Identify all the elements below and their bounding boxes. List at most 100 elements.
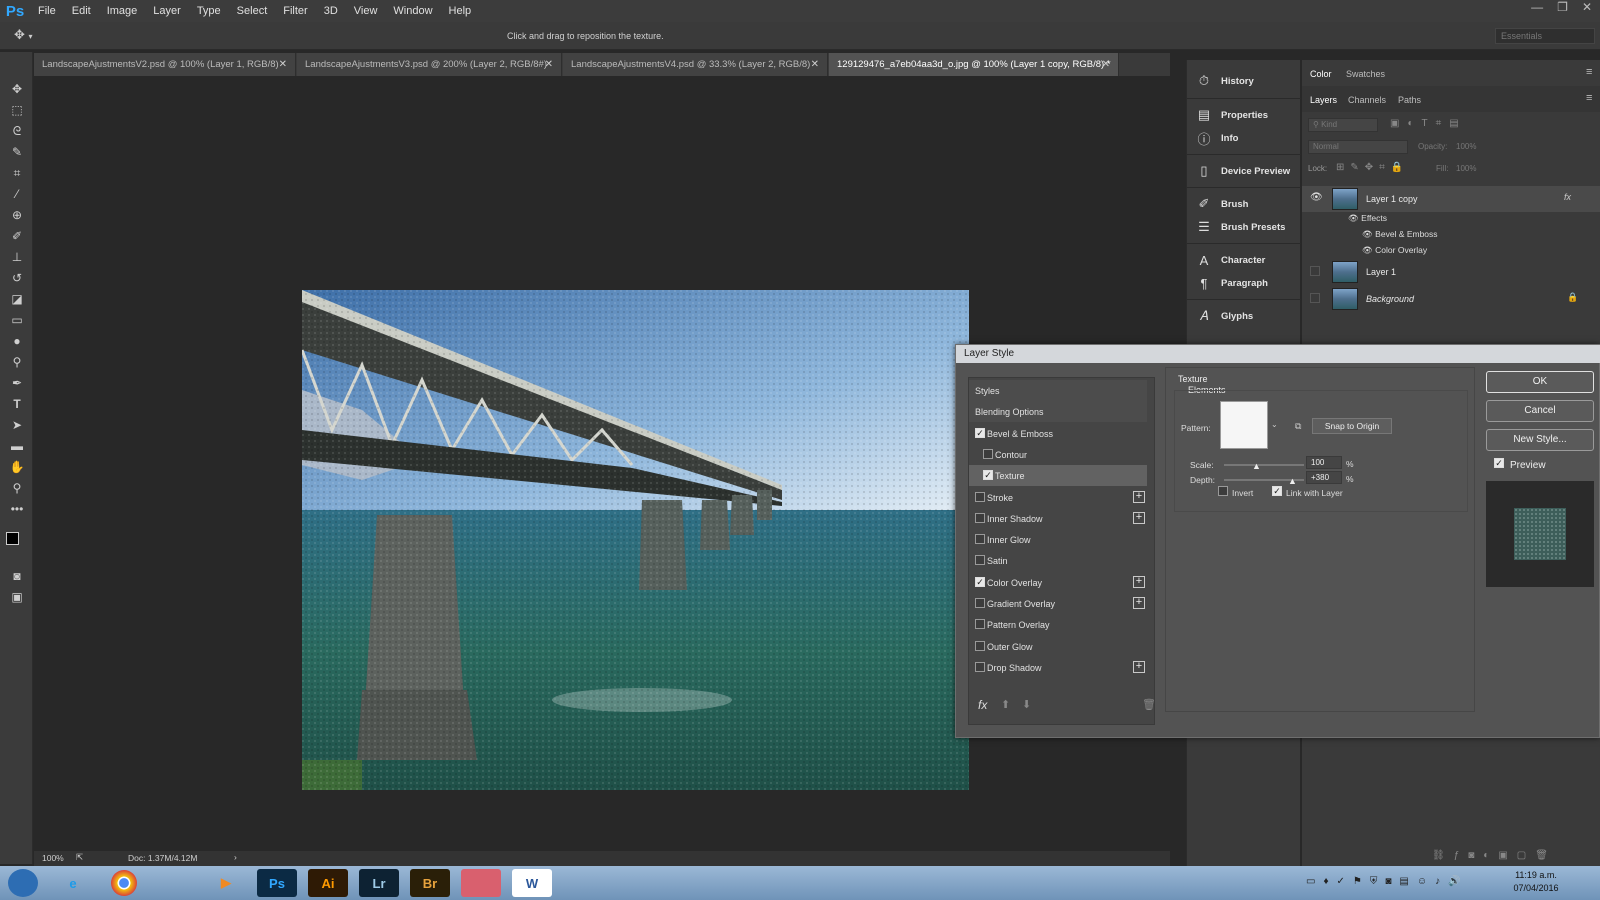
add-effect-icon[interactable]: + <box>1133 511 1145 524</box>
dock-info[interactable]: ⓘ Info <box>1187 127 1301 149</box>
add-effect-icon[interactable]: + <box>1133 575 1145 588</box>
word-task-icon[interactable]: W <box>512 869 552 897</box>
trash-icon[interactable]: 🗑 <box>1142 698 1156 711</box>
close-icon[interactable]: ✕ <box>545 53 553 76</box>
opacity-value[interactable]: 100% <box>1456 142 1476 151</box>
marquee-tool-icon[interactable]: ⬚ <box>7 101 27 119</box>
eyedropper-tool-icon[interactable]: ⁄ <box>7 185 27 203</box>
close-icon[interactable]: ✕ <box>811 53 819 76</box>
type-tool-icon[interactable]: T <box>7 395 27 413</box>
dock-history[interactable]: ⏱ History <box>1187 70 1301 92</box>
start-orb[interactable] <box>8 869 38 897</box>
effect-color-overlay[interactable]: 👁 Color Overlay <box>1362 245 1427 256</box>
fx-icon[interactable]: fx <box>1564 192 1571 202</box>
lightroom-task-icon[interactable]: Lr <box>359 869 399 897</box>
menu-file[interactable]: File <box>30 5 64 17</box>
scale-input[interactable]: 100 <box>1306 456 1342 469</box>
style-satin[interactable]: Satin <box>969 550 1147 571</box>
close-icon[interactable]: ✕ <box>1102 53 1110 76</box>
layer-filter-icons[interactable]: ▣◐T⌗▤ <box>1390 118 1467 129</box>
style-checkbox[interactable] <box>975 598 985 608</box>
system-tray-icons[interactable]: ▭♦✓⚑⛨◙▤☺♪🔊 <box>1306 876 1469 887</box>
rectangle-tool-icon[interactable]: ▬ <box>7 437 27 455</box>
dialog-title-bar[interactable]: Layer Style <box>956 345 1600 363</box>
workspace-select[interactable]: Essentials <box>1495 28 1595 44</box>
pen-tool-icon[interactable]: ✒ <box>7 374 27 392</box>
minimize-button[interactable]: — <box>1531 0 1543 18</box>
document-tab[interactable]: LandscapeAjustmentsV2.psd @ 100% (Layer … <box>34 53 296 76</box>
dock-brush[interactable]: ✐ Brush <box>1187 193 1301 215</box>
link-with-layer-checkbox[interactable]: ✓ <box>1272 486 1282 496</box>
layer-row-background[interactable]: Background 🔒 <box>1302 286 1600 312</box>
depth-slider-thumb[interactable]: ▲ <box>1288 477 1297 486</box>
style-contour[interactable]: Contour <box>969 444 1147 465</box>
style-checkbox[interactable] <box>975 619 985 630</box>
menu-layer[interactable]: Layer <box>145 5 189 17</box>
menu-select[interactable]: Select <box>229 5 276 17</box>
style-checkbox[interactable]: ✓ <box>983 470 993 481</box>
effects-group[interactable]: 👁 Effects <box>1348 213 1387 224</box>
close-icon[interactable]: ✕ <box>279 53 287 76</box>
dock-brush-presets[interactable]: ☰ Brush Presets <box>1187 216 1301 238</box>
gradient-tool-icon[interactable]: ▭ <box>7 311 27 329</box>
visibility-toggle[interactable] <box>1310 293 1320 303</box>
file-explorer-icon[interactable] <box>155 869 195 897</box>
style-checkbox[interactable]: ✓ <box>975 427 985 438</box>
move-up-icon[interactable]: ⬆ <box>1001 698 1010 711</box>
tab-paths[interactable]: Paths <box>1398 95 1421 105</box>
bridge-task-icon[interactable]: Br <box>410 869 450 897</box>
photoshop-task-icon[interactable]: Ps <box>257 869 297 897</box>
close-window-button[interactable]: ✕ <box>1582 0 1592 18</box>
style-texture[interactable]: ✓ Texture <box>969 465 1147 487</box>
panel-menu-icon[interactable]: ≡ <box>1586 66 1592 78</box>
tab-color[interactable]: Color <box>1310 69 1332 79</box>
style-bevel-emboss[interactable]: ✓ Bevel & Emboss <box>969 423 1147 444</box>
document-tab-active[interactable]: 129129476_a7eb04aa3d_o.jpg @ 100% (Layer… <box>829 53 1119 76</box>
snipping-tool-icon[interactable] <box>461 869 501 897</box>
style-pattern-overlay[interactable]: Pattern Overlay <box>969 614 1147 635</box>
menu-filter[interactable]: Filter <box>275 5 315 17</box>
bridge-photo[interactable] <box>302 290 969 790</box>
style-drop-shadow[interactable]: Drop Shadow + <box>969 657 1147 678</box>
internet-explorer-icon[interactable]: e <box>53 869 93 897</box>
eye-icon[interactable]: 👁 <box>1348 213 1359 223</box>
dock-paragraph[interactable]: ¶ Paragraph <box>1187 272 1301 294</box>
scale-slider-thumb[interactable]: ▲ <box>1252 462 1261 471</box>
effect-bevel-emboss[interactable]: 👁 Bevel & Emboss <box>1362 229 1438 240</box>
fill-value[interactable]: 100% <box>1456 164 1476 173</box>
tab-channels[interactable]: Channels <box>1348 95 1386 105</box>
style-outer-glow[interactable]: Outer Glow <box>969 636 1147 657</box>
path-selection-tool-icon[interactable]: ➤ <box>7 416 27 434</box>
new-style-button[interactable]: New Style... <box>1486 429 1594 451</box>
menu-window[interactable]: Window <box>385 5 440 17</box>
quick-mask-icon[interactable]: ◙ <box>7 567 27 585</box>
illustrator-task-icon[interactable]: Ai <box>308 869 348 897</box>
chrome-icon[interactable] <box>111 870 137 896</box>
depth-slider[interactable]: ▲ <box>1224 477 1304 486</box>
foreground-color-swatch[interactable] <box>6 532 19 545</box>
style-checkbox[interactable]: ✓ <box>975 576 985 587</box>
style-checkbox[interactable] <box>983 448 993 459</box>
visibility-toggle[interactable] <box>1310 266 1320 276</box>
move-tool-preset-icon[interactable]: ✥ ▾ <box>14 27 46 45</box>
eye-icon[interactable]: 👁 <box>1362 229 1373 239</box>
visibility-eye-icon[interactable]: 👁 <box>1310 192 1323 204</box>
layers-panel-menu-icon[interactable]: ≡ <box>1586 92 1592 104</box>
menu-edit[interactable]: Edit <box>64 5 99 17</box>
style-gradient-overlay[interactable]: Gradient Overlay + <box>969 593 1147 614</box>
menu-type[interactable]: Type <box>189 5 229 17</box>
style-color-overlay[interactable]: ✓ Color Overlay + <box>969 572 1147 593</box>
blur-tool-icon[interactable]: ● <box>7 332 27 350</box>
style-checkbox[interactable] <box>975 555 985 566</box>
healing-brush-tool-icon[interactable]: ⊕ <box>7 206 27 224</box>
document-tab[interactable]: LandscapeAjustmentsV4.psd @ 33.3% (Layer… <box>563 53 828 76</box>
dock-device-preview[interactable]: ▯ Device Preview <box>1187 160 1301 182</box>
layer-filter-kind[interactable]: ⚲ Kind <box>1308 118 1378 132</box>
clone-stamp-tool-icon[interactable]: ⊥ <box>7 248 27 266</box>
add-effect-icon[interactable]: + <box>1133 490 1145 503</box>
layer-row-layer-1-copy[interactable]: 👁 Layer 1 copy fx <box>1302 186 1600 212</box>
ok-button[interactable]: OK <box>1486 371 1594 393</box>
tab-swatches[interactable]: Swatches <box>1346 69 1385 79</box>
status-menu-arrow[interactable]: › <box>234 852 237 862</box>
hand-tool-icon[interactable]: ✋ <box>7 458 27 476</box>
